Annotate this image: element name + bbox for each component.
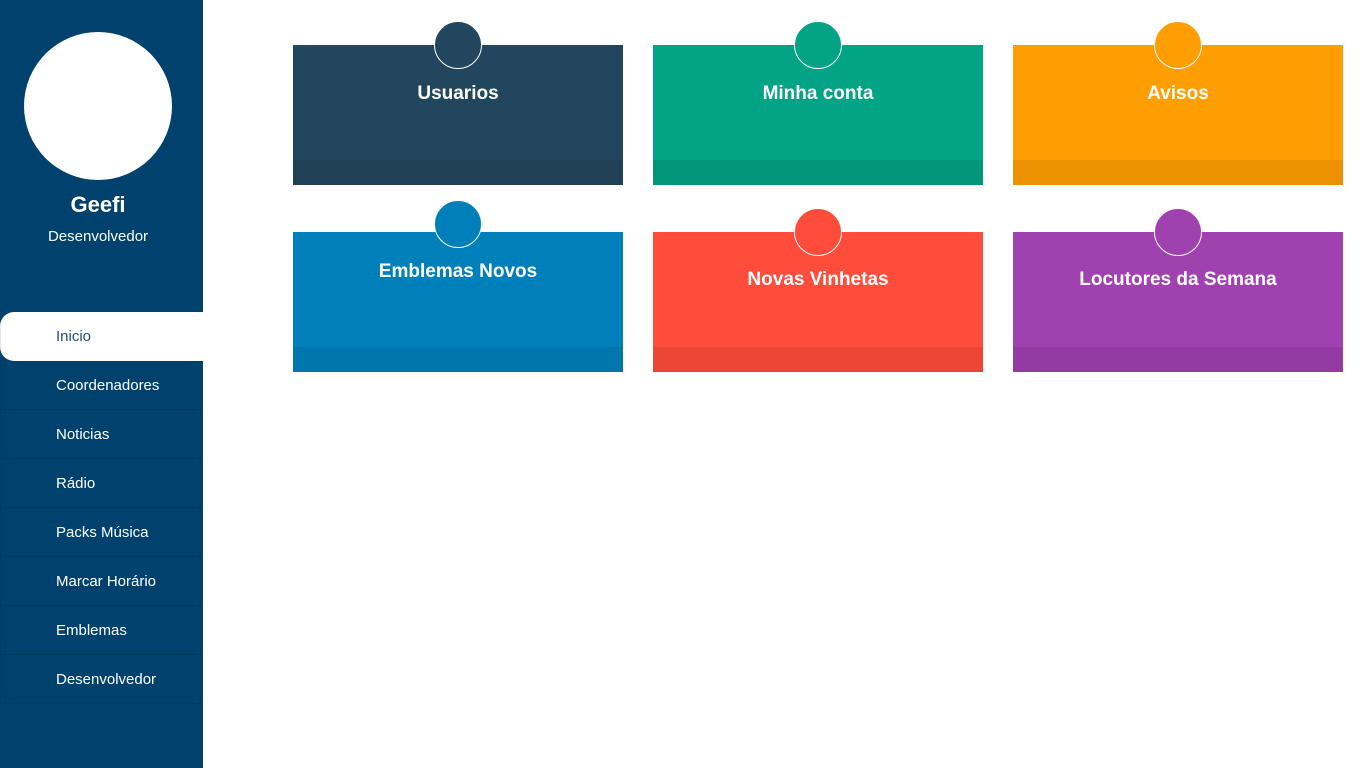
sidebar-item-label: Marcar Horário — [56, 572, 157, 590]
tile-footer — [653, 347, 983, 372]
tile-locutores-da-semana[interactable]: Locutores da Semana — [1013, 208, 1343, 372]
tile-minha-conta[interactable]: Minha conta — [653, 21, 983, 185]
sidebar-item-label: Emblemas — [56, 621, 127, 639]
sidebar-item-label: Rádio — [56, 474, 96, 492]
tile-circle-icon — [1154, 21, 1202, 69]
sidebar-item-coordenadores[interactable]: Coordenadores — [0, 361, 203, 410]
sidebar-item-packs-musica[interactable]: Packs Música — [0, 508, 203, 557]
tile-circle-icon — [794, 21, 842, 69]
tile-label: Avisos — [1147, 83, 1209, 104]
sidebar: Geefi Desenvolvedor Inicio Coordenadores… — [0, 0, 203, 768]
sidebar-item-label: Inicio — [56, 328, 92, 345]
sidebar-item-marcar-horario[interactable]: Marcar Horário — [0, 557, 203, 606]
sidebar-item-inicio[interactable]: Inicio — [0, 312, 203, 361]
tile-footer — [293, 347, 623, 372]
tile-circle-icon — [794, 208, 842, 256]
tile-label: Novas Vinhetas — [747, 269, 889, 290]
tile-circle-icon — [434, 21, 482, 69]
user-name: Geefi — [70, 192, 126, 217]
sidebar-item-desenvolvedor[interactable]: Desenvolvedor — [0, 655, 203, 704]
sidebar-item-radio[interactable]: Rádio — [0, 459, 203, 508]
tile-usuarios[interactable]: Usuarios — [293, 21, 623, 185]
tile-footer — [293, 160, 623, 185]
tile-avisos[interactable]: Avisos — [1013, 21, 1343, 185]
sidebar-item-label: Packs Música — [56, 523, 149, 541]
avatar — [24, 32, 172, 180]
sidebar-item-label: Noticias — [56, 425, 110, 443]
tile-circle-icon — [1154, 208, 1202, 256]
tile-label: Usuarios — [417, 83, 499, 104]
sidebar-item-label: Coordenadores — [56, 376, 160, 394]
tile-footer — [1013, 347, 1343, 372]
sidebar-item-label: Desenvolvedor — [56, 670, 157, 688]
tile-footer — [653, 160, 983, 185]
sidebar-nav: Inicio Coordenadores Noticias Rádio Pack… — [0, 312, 203, 704]
sidebar-item-emblemas[interactable]: Emblemas — [0, 606, 203, 655]
tile-novas-vinhetas[interactable]: Novas Vinhetas — [653, 208, 983, 372]
tile-label: Locutores da Semana — [1079, 269, 1277, 290]
tile-circle-icon — [434, 200, 482, 248]
tile-label: Minha conta — [762, 83, 874, 104]
tile-emblemas-novos[interactable]: Emblemas Novos — [293, 200, 623, 372]
tile-footer — [1013, 160, 1343, 185]
sidebar-item-noticias[interactable]: Noticias — [0, 410, 203, 459]
tile-label: Emblemas Novos — [378, 261, 538, 282]
user-role: Desenvolvedor — [47, 228, 149, 245]
